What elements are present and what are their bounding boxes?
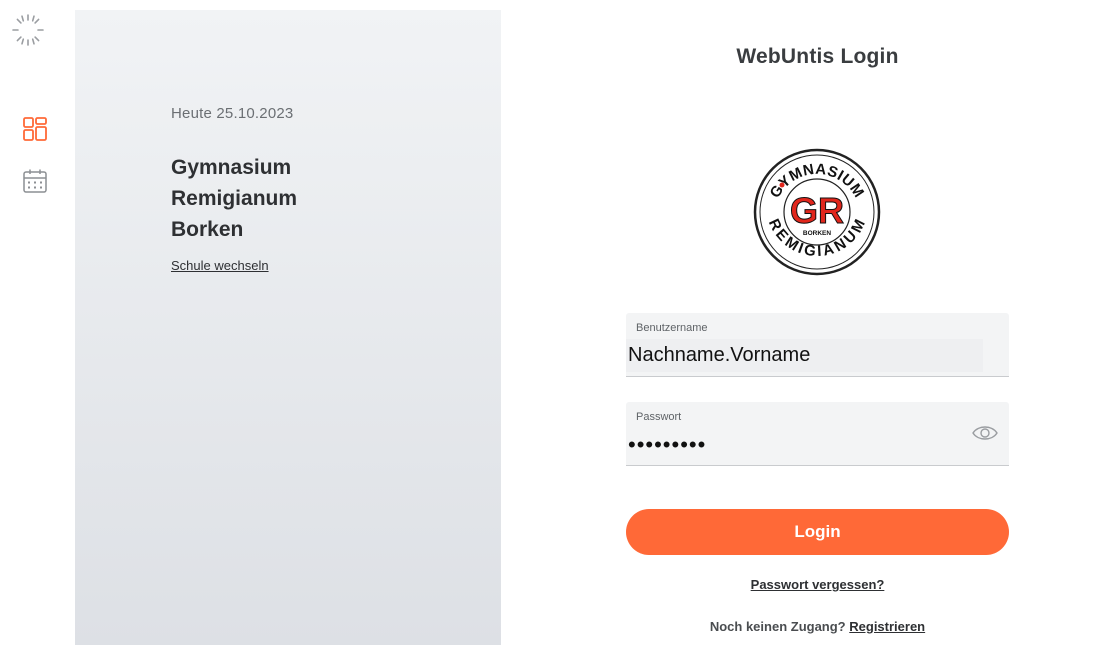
school-logo: GYMNASIUM REMIGIANUM GR BORKEN bbox=[753, 148, 881, 276]
school-name: Gymnasium Remigianum Borken bbox=[171, 152, 431, 245]
password-label: Passwort bbox=[636, 411, 682, 423]
password-input[interactable] bbox=[626, 428, 983, 461]
nav-rail bbox=[0, 0, 75, 645]
school-name-line: Borken bbox=[171, 218, 244, 241]
calendar-icon[interactable] bbox=[22, 168, 48, 194]
register-row: Noch keinen Zugang? Registrieren bbox=[626, 619, 1009, 634]
current-date: Heute 25.10.2023 bbox=[171, 105, 294, 122]
username-label: Benutzername bbox=[636, 322, 708, 334]
register-link[interactable]: Registrieren bbox=[849, 619, 925, 634]
show-password-eye-icon[interactable] bbox=[971, 422, 999, 444]
no-account-text: Noch keinen Zugang? bbox=[709, 619, 846, 634]
school-name-line: Remigianum bbox=[171, 187, 298, 210]
school-info-panel: Heute 25.10.2023 Gymnasium Remigianum Bo… bbox=[75, 10, 501, 645]
password-field: Passwort bbox=[626, 402, 1009, 466]
change-school-link[interactable]: Schule wechseln bbox=[171, 258, 269, 273]
svg-text:BORKEN: BORKEN bbox=[803, 230, 831, 237]
login-title: WebUntis Login bbox=[736, 45, 899, 68]
dashboard-grid-icon[interactable] bbox=[22, 116, 48, 142]
svg-text:GR: GR bbox=[790, 190, 844, 231]
username-field: Benutzername bbox=[626, 313, 1009, 377]
forgot-password-link[interactable]: Passwort vergessen? bbox=[751, 577, 885, 592]
loading-spinner-icon bbox=[12, 14, 44, 46]
username-input[interactable] bbox=[626, 339, 983, 372]
school-name-line: Gymnasium bbox=[171, 156, 292, 179]
login-button[interactable]: Login bbox=[626, 509, 1009, 555]
forgot-password-row: Passwort vergessen? bbox=[626, 577, 1009, 592]
